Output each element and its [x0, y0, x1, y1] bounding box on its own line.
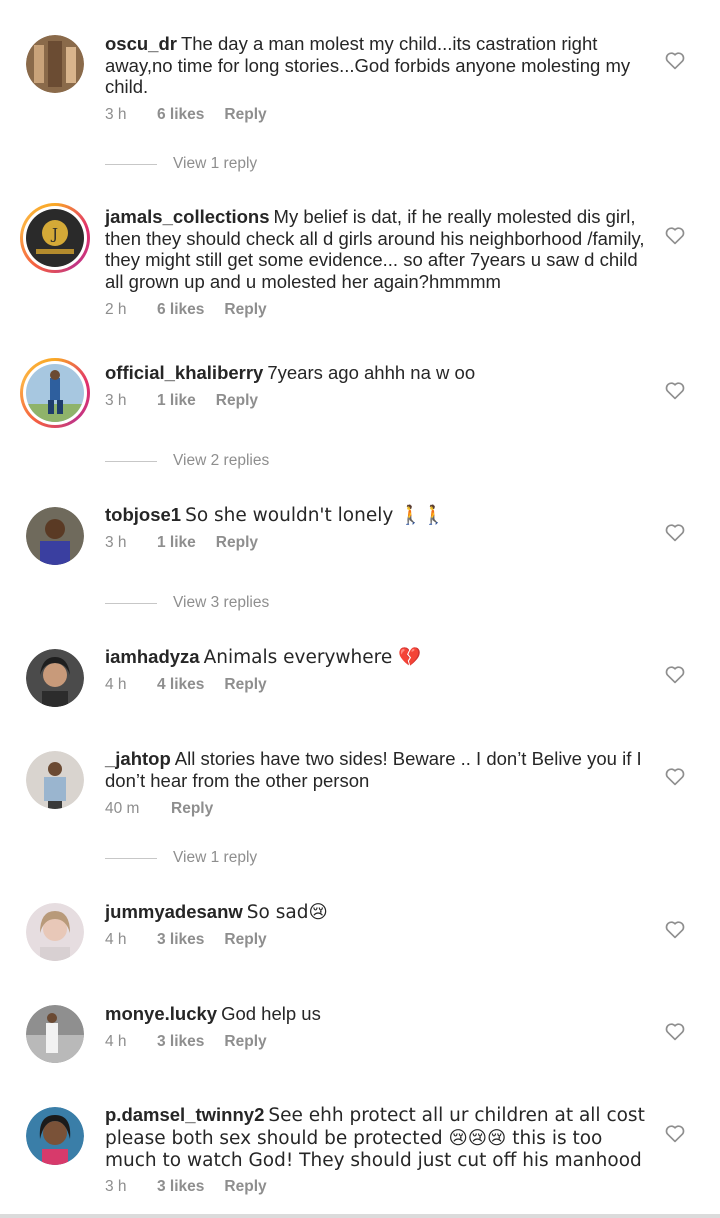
avatar[interactable]: J [20, 203, 90, 273]
likes-count[interactable]: 6 likes [157, 106, 204, 124]
reply-button[interactable]: Reply [224, 106, 266, 124]
username[interactable]: jummyadesanw [105, 901, 243, 922]
comment-body: So sad😢 [246, 902, 328, 923]
heart-outline-icon[interactable] [665, 920, 685, 939]
likes-count[interactable]: 1 like [157, 534, 196, 552]
comment-text: jummyadesanw So sad😢 [105, 901, 645, 924]
avatar[interactable] [26, 751, 84, 809]
heart-outline-icon[interactable] [665, 226, 685, 245]
reply-button[interactable]: Reply [224, 1033, 266, 1051]
likes-count[interactable]: 4 likes [157, 676, 204, 694]
comment-meta: 4 h 3 likes Reply [105, 1033, 267, 1051]
comment-body: The day a man molest my child...its cast… [105, 33, 631, 97]
view-replies-button[interactable]: View 1 reply [105, 849, 257, 867]
divider [105, 460, 157, 462]
username[interactable]: jamals_collections [105, 206, 270, 227]
comment-body: Animals everywhere 💔 [203, 647, 422, 668]
comment-body: All stories have two sides! Beware .. I … [105, 748, 642, 791]
comment-body: God help us [221, 1003, 321, 1024]
comment-time: 40 m [105, 800, 140, 817]
divider [105, 602, 157, 604]
avatar[interactable] [26, 507, 84, 565]
comment-time: 4 h [105, 676, 127, 693]
view-replies-button[interactable]: View 3 replies [105, 594, 269, 612]
comment-text: oscu_dr The day a man molest my child...i… [105, 33, 645, 98]
reply-button[interactable]: Reply [171, 800, 213, 818]
comment-meta: 3 h 3 likes Reply [105, 1178, 267, 1196]
avatar[interactable] [26, 35, 84, 93]
username[interactable]: iamhadyza [105, 646, 200, 667]
view-replies-label: View 1 reply [173, 849, 258, 866]
comment-time: 3 h [105, 106, 127, 123]
avatar[interactable] [26, 1005, 84, 1063]
reply-button[interactable]: Reply [224, 1178, 266, 1196]
comment-text: p.damsel_twinny2 See ehh protect all ur c… [105, 1104, 645, 1172]
divider [105, 163, 157, 165]
comment-time: 4 h [105, 1033, 127, 1050]
view-replies-label: View 3 replies [173, 594, 270, 611]
heart-outline-icon[interactable] [665, 767, 685, 786]
comment-body: 7years ago ahhh na w oo [267, 362, 476, 383]
likes-count[interactable]: 3 likes [157, 1178, 204, 1196]
comment-meta: 4 h 4 likes Reply [105, 676, 267, 694]
reply-button[interactable]: Reply [224, 676, 266, 694]
comment-meta: 3 h 1 like Reply [105, 392, 258, 410]
reply-button[interactable]: Reply [224, 931, 266, 949]
reply-button[interactable]: Reply [216, 534, 258, 552]
comment-text: monye.lucky God help us [105, 1003, 645, 1025]
divider [105, 857, 157, 859]
comment-meta: 3 h 6 likes Reply [105, 106, 267, 124]
avatar[interactable] [26, 649, 84, 707]
view-replies-label: View 2 replies [173, 452, 270, 469]
view-replies-button[interactable]: View 2 replies [105, 452, 269, 470]
heart-outline-icon[interactable] [665, 665, 685, 684]
comment-meta: 2 h 6 likes Reply [105, 301, 267, 319]
likes-count[interactable]: 3 likes [157, 931, 204, 949]
avatar[interactable] [26, 1107, 84, 1165]
avatar[interactable] [26, 903, 84, 961]
likes-count[interactable]: 6 likes [157, 301, 204, 319]
username[interactable]: monye.lucky [105, 1003, 217, 1024]
heart-outline-icon[interactable] [665, 381, 685, 400]
bottom-divider [0, 1214, 720, 1218]
username[interactable]: official_khaliberry [105, 362, 263, 383]
heart-outline-icon[interactable] [665, 1124, 685, 1143]
likes-count[interactable]: 1 like [157, 392, 196, 410]
comment-time: 3 h [105, 1178, 127, 1195]
comment-meta: 3 h 1 like Reply [105, 534, 258, 552]
comment-meta: 40 m Reply [105, 800, 213, 818]
username[interactable]: p.damsel_twinny2 [105, 1104, 264, 1125]
avatar[interactable] [20, 358, 90, 428]
comment-body: So she wouldn't lonely 🚶🚶 [185, 505, 446, 526]
comment-text: tobjose1 So she wouldn't lonely 🚶🚶 [105, 504, 645, 527]
comment-text: _jahtop All stories have two sides! Bewar… [105, 748, 645, 791]
username[interactable]: oscu_dr [105, 33, 177, 54]
reply-button[interactable]: Reply [224, 301, 266, 319]
comment-meta: 4 h 3 likes Reply [105, 931, 267, 949]
username[interactable]: _jahtop [105, 748, 171, 769]
comment-time: 3 h [105, 534, 127, 551]
username[interactable]: tobjose1 [105, 504, 181, 525]
likes-count[interactable]: 3 likes [157, 1033, 204, 1051]
comment-time: 2 h [105, 301, 127, 318]
reply-button[interactable]: Reply [216, 392, 258, 410]
svg-text:J: J [50, 225, 58, 243]
comment-text: iamhadyza Animals everywhere 💔 [105, 646, 645, 669]
heart-outline-icon[interactable] [665, 1022, 685, 1041]
comment-time: 4 h [105, 931, 127, 948]
comment-text: jamals_collections My belief is dat, if h… [105, 206, 645, 292]
comment-time: 3 h [105, 392, 127, 409]
heart-outline-icon[interactable] [665, 51, 685, 70]
comment-text: official_khaliberry 7years ago ahhh na w … [105, 362, 645, 384]
view-replies-label: View 1 reply [173, 155, 258, 172]
heart-outline-icon[interactable] [665, 523, 685, 542]
view-replies-button[interactable]: View 1 reply [105, 155, 257, 173]
